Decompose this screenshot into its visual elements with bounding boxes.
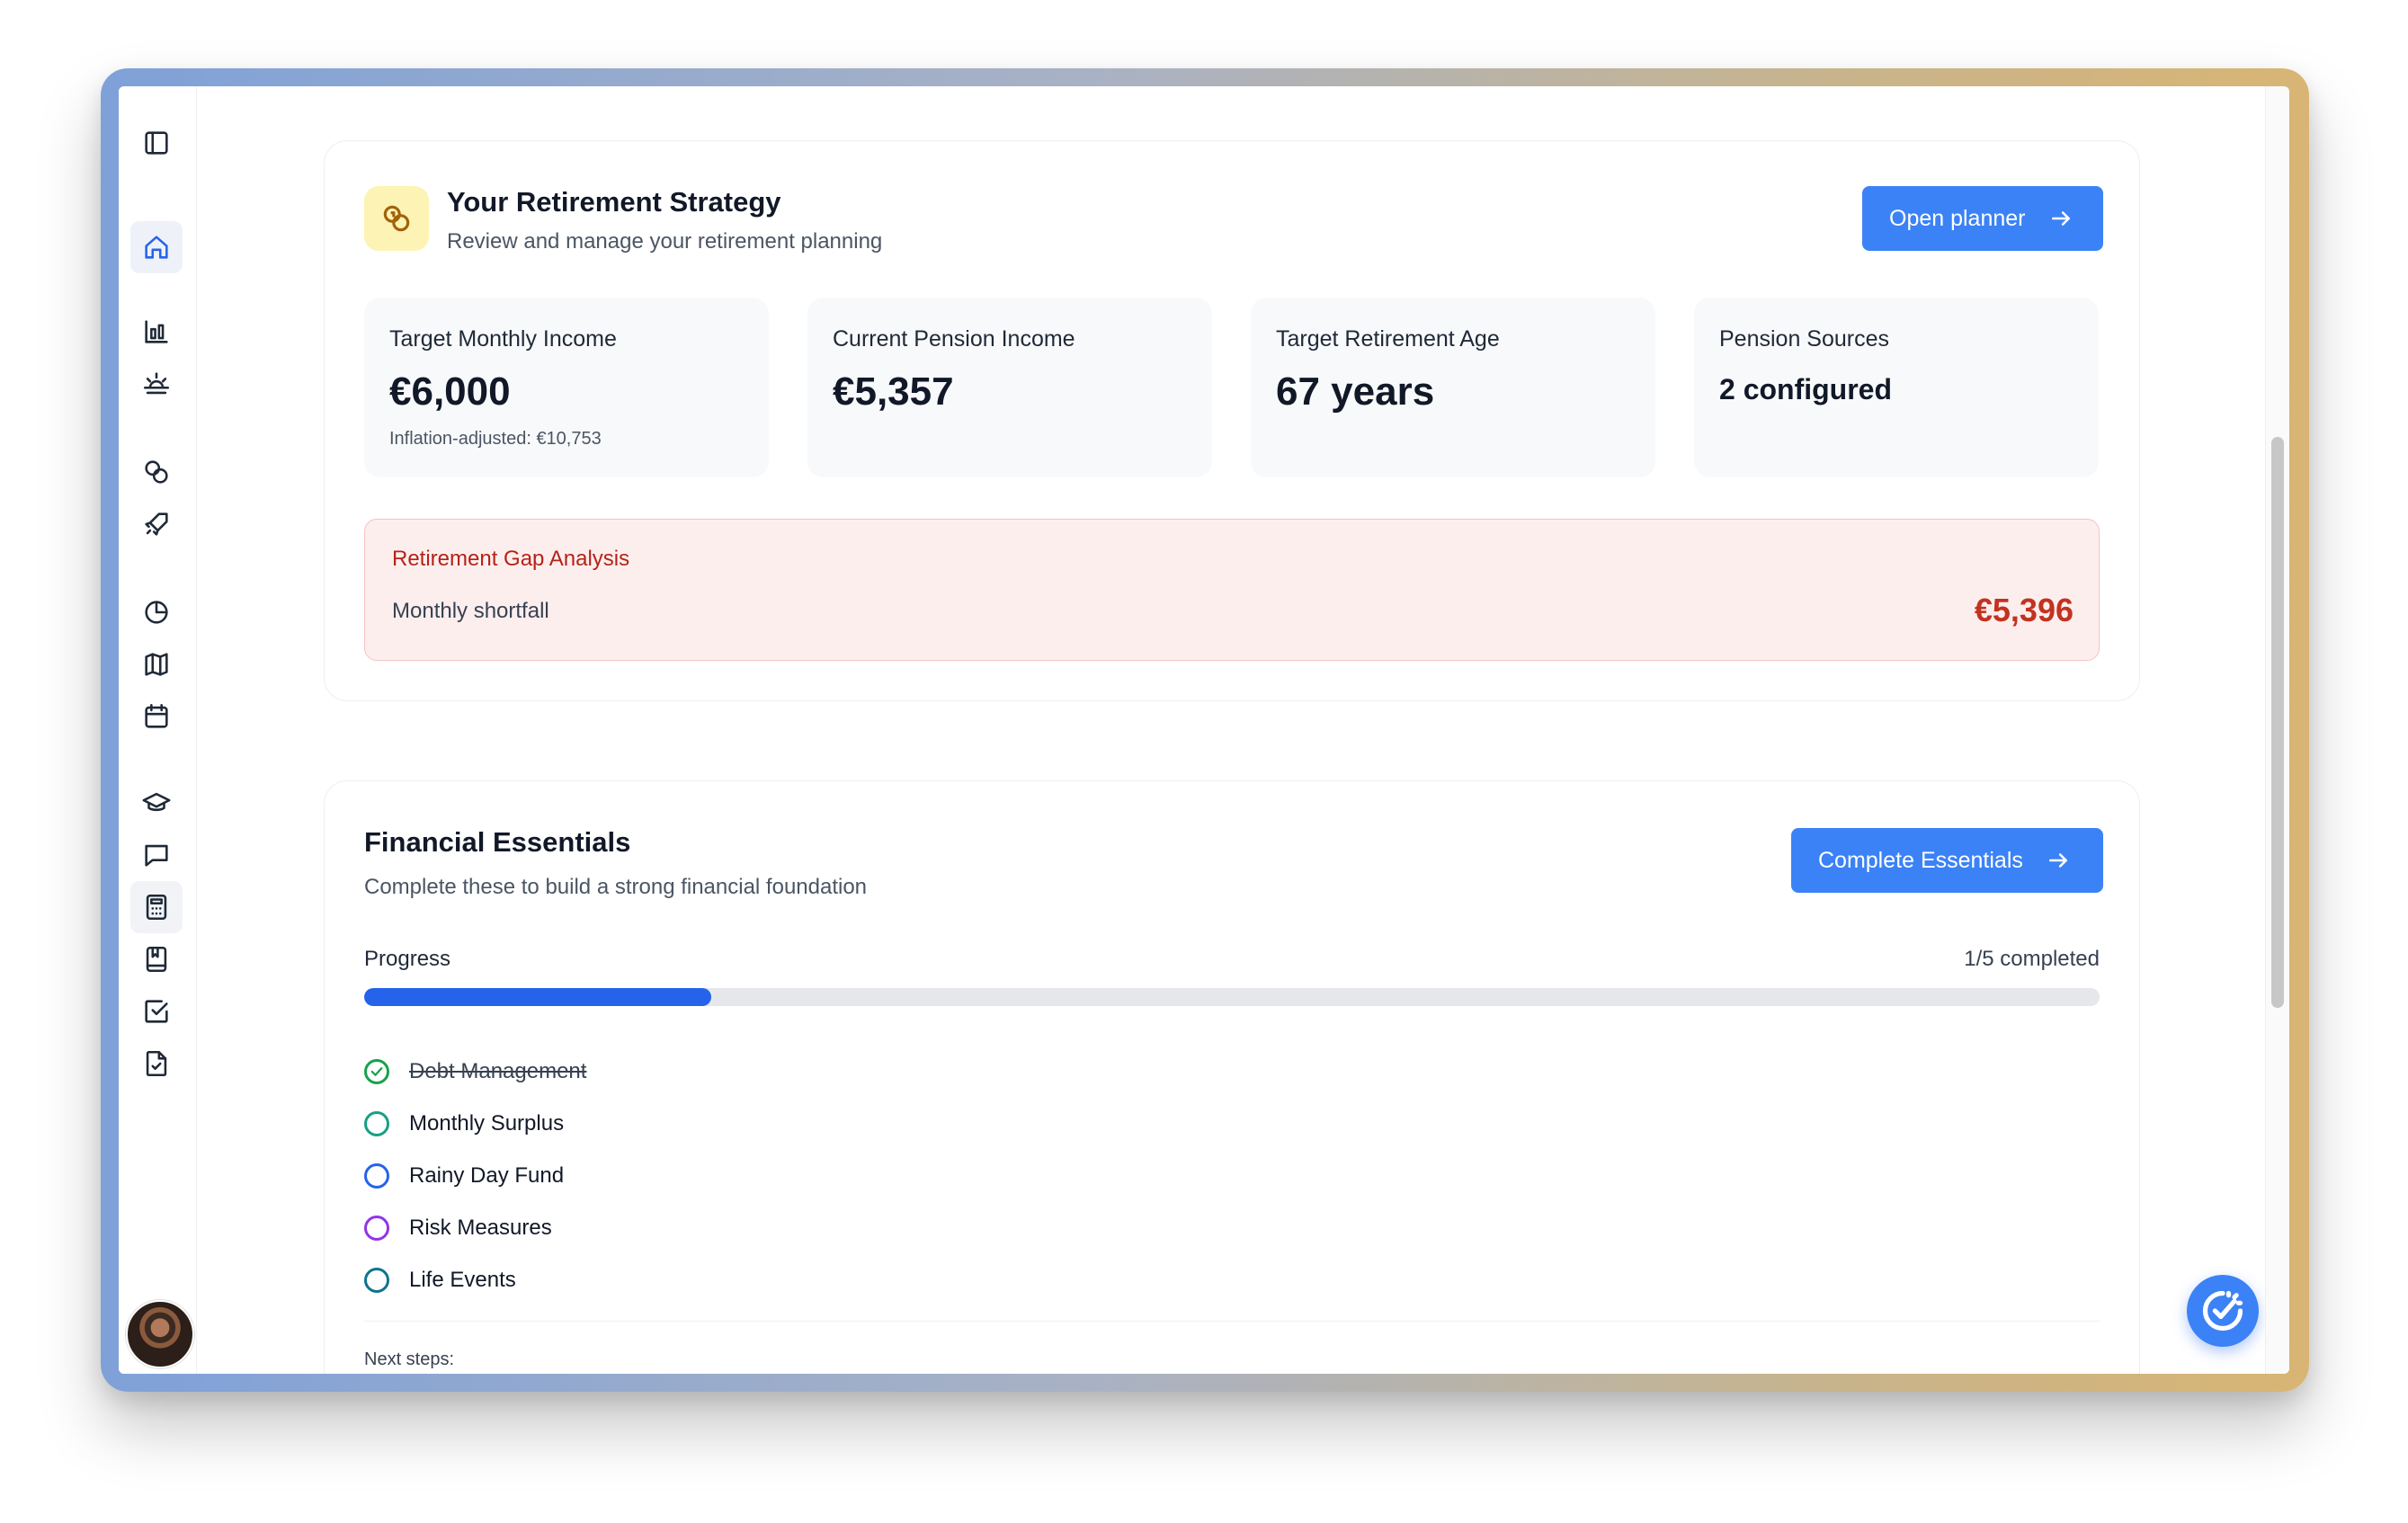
sidebar-item-allocation[interactable] [130, 586, 183, 638]
strategy-title: Your Retirement Strategy [447, 186, 781, 218]
arrow-right-icon [2048, 853, 2067, 868]
stat-target-monthly-income: Target Monthly Income €6,000 Inflation-a… [364, 298, 769, 477]
checklist-item-risk-measures[interactable]: Risk Measures [364, 1202, 586, 1254]
sidebar-item-calculator[interactable] [130, 881, 183, 933]
stat-note: Inflation-adjusted: €10,753 [389, 429, 602, 449]
sidebar-item-finances[interactable] [130, 446, 183, 498]
stat-label: Target Monthly Income [389, 326, 617, 352]
calendar-icon [145, 703, 168, 728]
checklist-item-debt-management[interactable]: Debt Management [364, 1046, 586, 1098]
stat-label: Target Retirement Age [1276, 326, 1500, 352]
essentials-title: Financial Essentials [364, 826, 631, 858]
book-icon [146, 946, 167, 973]
message-square-icon [145, 844, 168, 867]
sidebar [119, 86, 197, 1374]
window-frame: Your Retirement Strategy Review and mana… [101, 68, 2309, 1392]
coins-badge-icon [364, 186, 429, 251]
sidebar-item-guides[interactable] [130, 933, 183, 985]
strategy-subtitle: Review and manage your retirement planni… [447, 229, 883, 254]
complete-essentials-label: Complete Essentials [1818, 847, 2023, 873]
check-square-icon [145, 1000, 168, 1023]
sidebar-item-tasks[interactable] [130, 985, 183, 1038]
progress-label: Progress [364, 947, 451, 971]
open-planner-label: Open planner [1889, 205, 2026, 231]
complete-essentials-button[interactable]: Complete Essentials [1791, 828, 2103, 893]
sidebar-item-retirement[interactable] [130, 358, 183, 410]
essentials-subtitle: Complete these to build a strong financi… [364, 875, 868, 899]
sidebar-item-documents[interactable] [130, 1038, 183, 1090]
checklist-item-label: Monthly Surplus [409, 1111, 565, 1136]
sidebar-item-goals[interactable] [130, 498, 183, 550]
calculator-icon [146, 894, 167, 921]
sidebar-toggle-button[interactable] [130, 117, 183, 169]
rocket-icon [145, 512, 168, 536]
stat-value: €6,000 [389, 370, 511, 414]
stat-value: 67 years [1276, 370, 1435, 414]
sidebar-item-learn[interactable] [130, 777, 183, 829]
open-planner-button[interactable]: Open planner [1862, 186, 2103, 251]
home-icon [145, 236, 168, 259]
arrow-right-icon [2051, 211, 2070, 226]
progress-bar-fill [364, 988, 711, 1006]
app-window: Your Retirement Strategy Review and mana… [119, 86, 2289, 1374]
checklist-item-label: Risk Measures [409, 1216, 552, 1240]
circle-icon [364, 1163, 389, 1189]
stat-target-retirement-age: Target Retirement Age 67 years [1251, 298, 1655, 477]
checklist-item-life-events[interactable]: Life Events [364, 1254, 586, 1306]
stat-pension-sources: Pension Sources 2 configured [1694, 298, 2099, 477]
stat-label: Current Pension Income [833, 326, 1075, 352]
progress-count: 1/5 completed [1964, 947, 2100, 971]
stat-value: 2 configured [1719, 373, 1893, 405]
circle-icon [364, 1111, 389, 1136]
circle-icon [364, 1268, 389, 1293]
bar-chart-icon [145, 320, 168, 343]
circle-icon [364, 1216, 389, 1241]
checklist-item-monthly-surplus[interactable]: Monthly Surplus [364, 1098, 586, 1150]
progress-bar [364, 988, 2100, 1006]
sparkle-check-icon [2202, 1290, 2243, 1332]
user-avatar[interactable] [126, 1300, 194, 1368]
sidebar-item-analytics[interactable] [130, 306, 183, 358]
gap-label: Monthly shortfall [392, 599, 549, 623]
financial-essentials-card: Financial Essentials Complete these to b… [324, 780, 2140, 1374]
checklist-item-label: Life Events [409, 1268, 516, 1292]
pie-chart-icon [145, 601, 168, 624]
file-check-icon [146, 1050, 167, 1077]
stat-label: Pension Sources [1719, 326, 1890, 352]
assistant-fab-button[interactable] [2187, 1275, 2259, 1347]
checklist-item-rainy-day-fund[interactable]: Rainy Day Fund [364, 1150, 586, 1202]
map-icon [145, 653, 168, 676]
divider [364, 1321, 2100, 1322]
panel-left-icon [145, 131, 168, 155]
retirement-strategy-card: Your Retirement Strategy Review and mana… [324, 140, 2140, 701]
scrollbar-track[interactable] [2265, 86, 2289, 1374]
sidebar-item-calendar[interactable] [130, 690, 183, 743]
stat-value: €5,357 [833, 370, 954, 414]
coins-icon [145, 460, 168, 484]
next-steps-label: Next steps: [364, 1349, 455, 1369]
checklist-item-label: Rainy Day Fund [409, 1163, 565, 1188]
stat-current-pension-income: Current Pension Income €5,357 [807, 298, 1212, 477]
retirement-gap-panel: Retirement Gap Analysis Monthly shortfal… [364, 519, 2100, 661]
sunset-icon [143, 372, 170, 395]
scrollbar-thumb[interactable] [2271, 437, 2284, 1008]
checklist-item-label: Debt Management [409, 1059, 587, 1083]
gap-value: €5,396 [1974, 592, 2074, 628]
check-circle-icon [364, 1059, 389, 1084]
graduation-cap-icon [142, 792, 171, 812]
essentials-checklist: Debt Management Monthly Surplus Rainy Da… [364, 1046, 586, 1306]
sidebar-item-chat[interactable] [130, 829, 183, 881]
sidebar-item-home[interactable] [130, 221, 183, 273]
gap-title: Retirement Gap Analysis [392, 547, 630, 571]
sidebar-item-roadmap[interactable] [130, 638, 183, 690]
